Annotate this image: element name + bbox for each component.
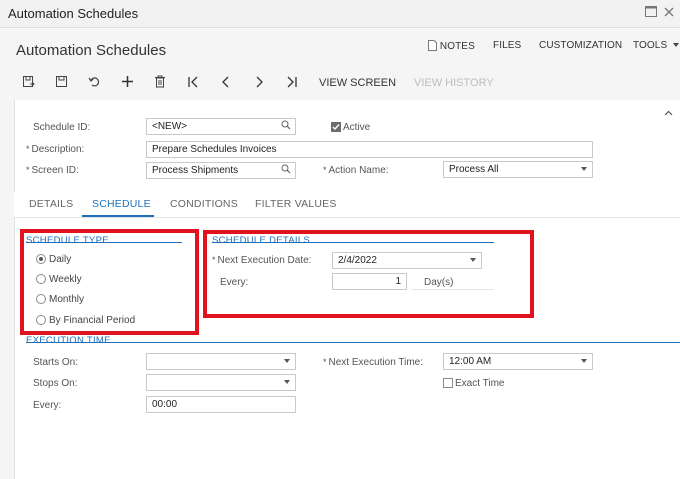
next-execution-time-label: * Next Execution Time: [323,357,423,368]
exact-time-label: Exact Time [455,378,505,389]
chevron-down-icon [581,167,587,171]
files-link[interactable]: FILES [493,40,521,51]
add-icon[interactable] [117,74,137,94]
action-name-label: * Action Name: [323,165,389,176]
delete-icon[interactable] [150,74,170,94]
save-icon[interactable] [51,74,71,94]
execution-time-divider [26,342,680,343]
tab-conditions[interactable]: CONDITIONS [170,198,238,210]
chevron-up-icon[interactable] [664,108,673,119]
schedule-id-label: Schedule ID: [33,122,91,133]
schedule-id-field[interactable]: <NEW> [146,118,296,135]
tab-filter-values[interactable]: FILTER VALUES [255,198,337,210]
tab-schedule[interactable]: SCHEDULE [92,198,151,210]
notes-link[interactable]: NOTES [428,40,475,52]
previous-record-icon[interactable] [216,74,236,94]
chevron-down-icon [284,359,290,363]
window-title: Automation Schedules [8,6,139,21]
action-name-select[interactable]: Process All [443,161,593,178]
exact-time-checkbox[interactable] [443,378,453,388]
action-name-value: Process All [449,164,499,175]
tools-menu[interactable]: TOOLS [633,40,680,51]
undo-icon[interactable] [84,74,104,94]
customization-link[interactable]: CUSTOMIZATION [539,40,622,51]
close-icon[interactable] [662,6,676,20]
last-record-icon[interactable] [282,74,302,94]
active-tab-indicator [82,215,154,217]
chevron-down-icon [581,359,587,363]
view-screen-button[interactable]: VIEW SCREEN [319,77,396,89]
stops-on-select[interactable] [146,374,296,391]
chevron-down-icon [284,380,290,384]
description-value: Prepare Schedules Invoices [152,144,277,155]
page-title: Automation Schedules [16,42,167,59]
tab-details[interactable]: DETAILS [29,198,73,210]
view-history-button: VIEW HISTORY [414,77,494,89]
description-label-text: Description: [31,144,85,155]
stops-on-label: Stops On: [33,378,78,389]
highlight-box-schedule-type [20,229,199,335]
schedule-id-value: <NEW> [152,121,188,132]
active-label: Active [343,122,371,133]
starts-on-label: Starts On: [33,357,79,368]
first-record-icon[interactable] [183,74,203,94]
screen-id-field[interactable]: Process Shipments [146,162,296,179]
search-icon[interactable] [281,164,291,177]
screen-id-label-text: Screen ID: [31,165,79,176]
action-name-label-text: Action Name: [328,165,389,176]
save-close-icon[interactable] [18,74,38,94]
window-titlebar: Automation Schedules [0,0,680,28]
execution-every-label: Every: [33,400,62,411]
maximize-icon[interactable] [644,6,658,20]
notes-icon [428,40,437,51]
next-execution-time-select[interactable]: 12:00 AM [443,353,593,370]
execution-every-value: 00:00 [152,399,178,410]
notes-label: NOTES [439,41,475,52]
execution-every-input[interactable]: 00:00 [146,396,296,413]
next-record-icon[interactable] [249,74,269,94]
highlight-box-schedule-details [203,230,534,318]
tools-label: TOOLS [633,40,668,51]
description-label: * Description: [26,144,85,155]
screen-id-value: Process Shipments [152,165,239,176]
description-field[interactable]: Prepare Schedules Invoices [146,141,593,158]
starts-on-select[interactable] [146,353,296,370]
chevron-down-icon [673,43,680,47]
search-icon[interactable] [281,120,291,133]
execution-time-title: EXECUTION TIME [26,335,111,346]
screen-id-label: * Screen ID: [26,165,79,176]
next-execution-time-value: 12:00 AM [449,356,492,367]
next-execution-time-label-text: Next Execution Time: [328,357,423,368]
active-checkbox[interactable] [331,122,341,132]
